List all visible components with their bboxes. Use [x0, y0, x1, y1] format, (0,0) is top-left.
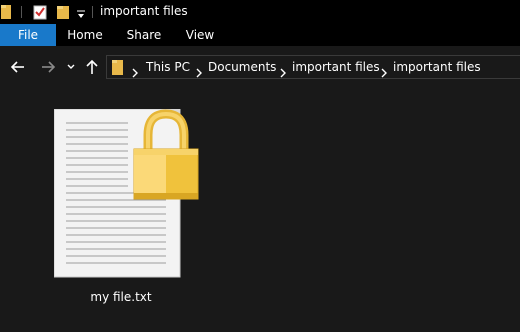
ribbon-tabs: File Home Share View — [0, 24, 520, 46]
file-item[interactable]: my file.txt — [46, 102, 199, 314]
title-bar: important files — [0, 0, 520, 24]
address-bar[interactable]: This PC Documents important files import… — [106, 55, 520, 79]
file-list: my file.txt — [0, 88, 520, 332]
breadcrumb-chevron-icon[interactable] — [195, 63, 203, 78]
locked-text-file-icon — [53, 108, 199, 278]
breadcrumb-important-files-current[interactable]: important files — [393, 60, 481, 74]
recent-locations-chevron-icon[interactable] — [66, 58, 76, 76]
forward-arrow-icon[interactable] — [40, 58, 56, 76]
breadcrumb-important-files[interactable]: important files — [292, 60, 380, 74]
customize-dropdown-icon[interactable] — [76, 6, 86, 25]
tab-view[interactable]: View — [180, 24, 220, 46]
tab-file[interactable]: File — [0, 24, 56, 46]
folder-icon — [111, 59, 125, 80]
back-arrow-icon[interactable] — [10, 58, 26, 76]
breadcrumb-chevron-icon[interactable] — [131, 63, 139, 78]
breadcrumb-this-pc[interactable]: This PC — [146, 60, 190, 74]
window-title: important files — [100, 4, 188, 18]
file-name-label: my file.txt — [90, 290, 152, 304]
breadcrumb-documents[interactable]: Documents — [208, 60, 276, 74]
new-folder-icon[interactable] — [56, 3, 72, 25]
breadcrumb-chevron-icon[interactable] — [279, 63, 287, 78]
toolbar-divider — [21, 6, 22, 18]
up-arrow-icon[interactable] — [84, 58, 100, 76]
tab-home[interactable]: Home — [62, 24, 108, 46]
properties-icon[interactable] — [32, 3, 48, 25]
folder-icon[interactable] — [0, 3, 14, 25]
toolbar-divider — [92, 6, 93, 18]
breadcrumb-chevron-icon[interactable] — [380, 63, 388, 78]
tab-share[interactable]: Share — [122, 24, 166, 46]
